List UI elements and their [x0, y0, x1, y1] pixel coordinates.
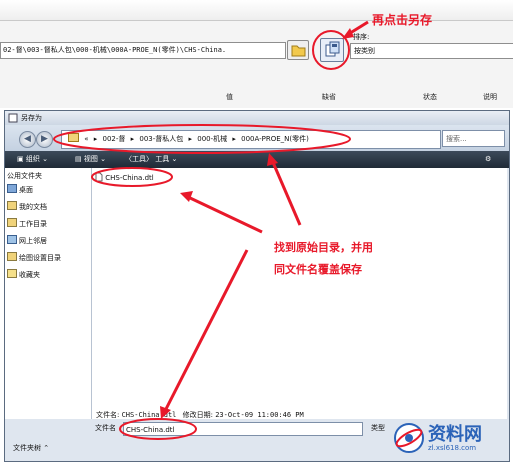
annotation-find-directory: 找到原始目录，并用	[274, 241, 373, 254]
annotation-circle-address	[53, 124, 351, 154]
annotation-circle-file	[91, 167, 173, 187]
watermark-url: zl.xsl618.com	[428, 444, 477, 452]
annotation-arrow	[163, 249, 249, 412]
annotation-arrow	[270, 159, 302, 226]
annotation-circle-filename	[119, 418, 197, 440]
annotation-arrowhead	[342, 28, 354, 39]
annotation-circle-save-button	[312, 30, 350, 70]
watermark: 资料网 zl.xsl618.com	[392, 416, 510, 460]
annotation-arrowhead	[267, 153, 278, 166]
annotation-arrowhead	[180, 191, 193, 202]
annotation-overlay	[53, 20, 369, 440]
annotation-arrow	[187, 195, 263, 234]
watermark-brand: 资料网	[428, 424, 482, 445]
annotation-click-save-as: 再点击另存	[372, 13, 433, 27]
annotation-overwrite-save: 同文件名覆盖保存	[274, 263, 362, 276]
watermark-logo	[394, 423, 424, 453]
